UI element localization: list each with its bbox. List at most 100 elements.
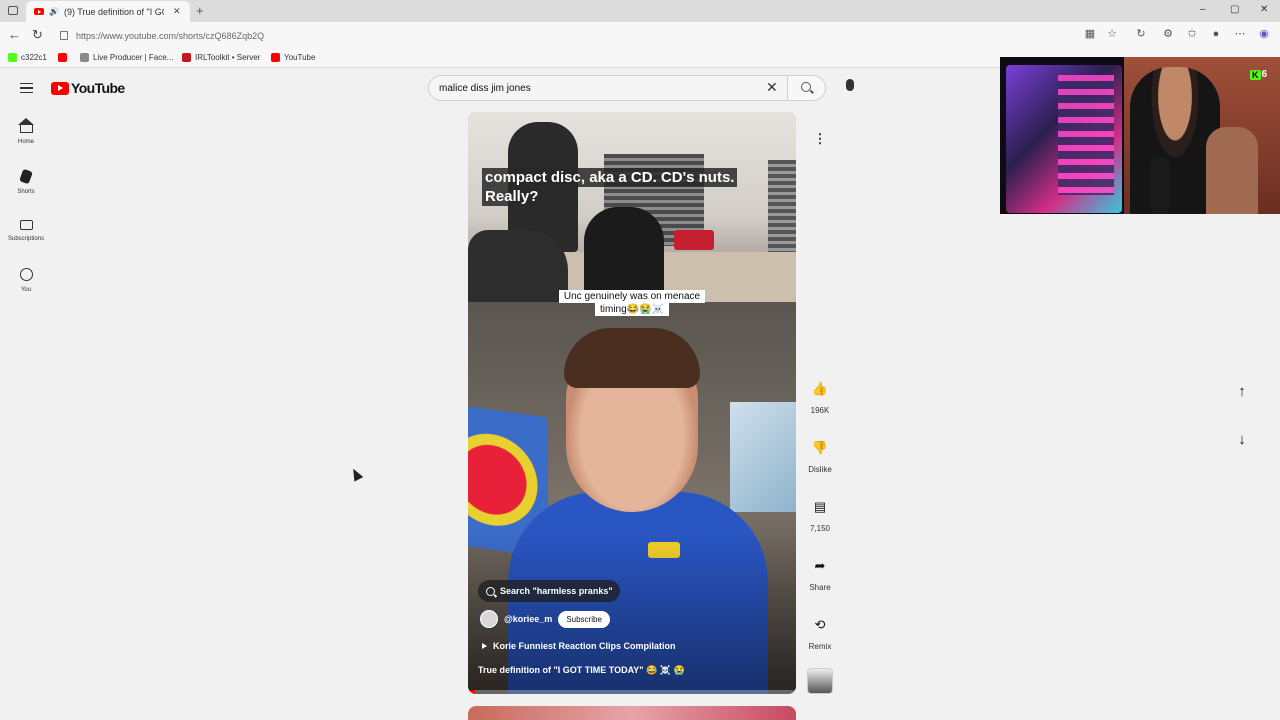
close-window-button[interactable]: ✕ xyxy=(1260,4,1268,15)
tab-actions-icon[interactable] xyxy=(8,6,18,15)
channel-row: @koriee_m Subscribe xyxy=(480,610,610,628)
thumbs-down-icon: 👎 xyxy=(811,440,829,455)
shorts-video-player[interactable]: compact disc, aka a CD. CD's nuts. Reall… xyxy=(468,112,796,694)
shorts-icon xyxy=(19,168,33,185)
search-icon xyxy=(486,586,495,596)
back-arrow-icon[interactable]: ← xyxy=(8,27,21,42)
app-available-icon[interactable]: ▦ xyxy=(1084,28,1096,40)
voice-search-mic-icon[interactable] xyxy=(846,79,854,91)
address-bar-row: ← ↻ https://www.youtube.com/shorts/czQ68… xyxy=(0,22,1280,49)
thumbs-up-icon: 👍 xyxy=(811,381,829,396)
kick-viewer-count: 6 xyxy=(1261,69,1268,80)
streamer-arm xyxy=(1206,127,1258,214)
tv-display-right xyxy=(730,402,796,512)
copilot-icon[interactable]: ◉ xyxy=(1258,28,1270,40)
window-blinds-right xyxy=(768,160,796,260)
tab-close-icon[interactable]: ✕ xyxy=(173,6,181,17)
bookmark-youtube-icon-only[interactable] xyxy=(58,53,67,62)
bookmark-label: IRLToolkit • Server xyxy=(195,53,261,62)
remix-label: Remix xyxy=(808,642,832,651)
clear-search-icon[interactable]: ✕ xyxy=(766,79,778,96)
comments-button[interactable]: ▤ 7,150 xyxy=(800,496,840,533)
sidebar-item-you[interactable]: You xyxy=(0,268,52,293)
favorites-icon[interactable]: ✩ xyxy=(1186,28,1198,40)
speaker-icon[interactable]: 🔊 xyxy=(49,7,59,16)
favorite-star-icon[interactable]: ☆ xyxy=(1106,28,1118,40)
like-button[interactable]: 👍 196K xyxy=(800,378,840,415)
you-icon xyxy=(19,268,33,281)
sidebar-item-home[interactable]: Home xyxy=(0,118,52,145)
mouse-cursor xyxy=(348,466,364,482)
remix-icon: ⟲ xyxy=(814,617,826,632)
sidebar-item-label: Subscriptions xyxy=(7,236,45,242)
search-icon xyxy=(801,82,811,92)
more-menu-icon[interactable]: ⋯ xyxy=(1234,28,1246,40)
microphone xyxy=(1150,157,1170,214)
bookmark-c322c1[interactable]: c322c1 xyxy=(8,53,47,62)
channel-avatar[interactable] xyxy=(480,610,498,628)
sidebar-item-shorts[interactable]: Shorts xyxy=(0,168,52,195)
new-tab-button[interactable]: + xyxy=(196,3,204,18)
remix-button[interactable]: ⟲ Remix xyxy=(800,614,840,651)
subscribe-button[interactable]: Subscribe xyxy=(558,610,610,628)
caption-mid-text: Unc genuinely was on menace timing😂😭☠️ xyxy=(558,290,706,316)
like-count: 196K xyxy=(810,406,830,415)
search-input[interactable]: malice diss jim jones xyxy=(428,75,788,101)
next-short-preview[interactable] xyxy=(468,706,796,720)
seated-person xyxy=(584,207,664,302)
refresh-icon[interactable]: ↻ xyxy=(32,27,43,43)
menu-icon[interactable] xyxy=(20,83,33,93)
bookmark-youtube[interactable]: YouTube xyxy=(271,53,315,62)
caption-mid: Unc genuinely was on menace timing😂😭☠️ xyxy=(550,290,714,316)
url-text: https://www.youtube.com/shorts/czQ686Zqb… xyxy=(76,30,265,41)
dislike-button[interactable]: 👎 Dislike xyxy=(800,437,840,474)
sidebar-item-label: Shorts xyxy=(17,189,35,195)
dislike-label: Dislike xyxy=(808,465,832,474)
search-chip-label: Search "harmless pranks" xyxy=(500,586,613,596)
browser-tab-bar: 🔊 (9) True definition of "I GOT ✕ + – ▢ … xyxy=(0,0,1280,22)
playlist-title: Korie Funniest Reaction Clips Compilatio… xyxy=(493,641,676,651)
search-suggestion-chip[interactable]: Search "harmless pranks" xyxy=(478,580,620,602)
url-field[interactable]: https://www.youtube.com/shorts/czQ686Zqb… xyxy=(54,25,1100,46)
browser-tab-active[interactable]: 🔊 (9) True definition of "I GOT ✕ xyxy=(26,1,190,22)
video-title[interactable]: True definition of "I GOT TIME TODAY" 😂 … xyxy=(478,665,685,676)
youtube-favicon-icon xyxy=(34,8,44,15)
youtube-logo-icon xyxy=(51,81,69,95)
irltoolkit-favicon-icon xyxy=(182,53,191,62)
streamer-webcam-overlay: K 6 xyxy=(1000,57,1280,214)
youtube-favicon-icon xyxy=(58,53,67,62)
next-short-arrow-icon[interactable]: ↓ xyxy=(1228,426,1256,454)
comment-count: 7,150 xyxy=(809,524,831,533)
search-button[interactable] xyxy=(788,75,826,101)
youtube-logo[interactable]: YouTube xyxy=(51,80,125,96)
minimize-button[interactable]: – xyxy=(1200,4,1206,15)
progress-bar[interactable] xyxy=(468,690,796,694)
extensions-icon[interactable]: ⚙ xyxy=(1162,28,1174,40)
video-frame-top xyxy=(468,112,796,302)
sidebar-item-label: Home xyxy=(17,139,34,145)
bookmark-irltoolkit[interactable]: IRLToolkit • Server xyxy=(182,53,260,62)
sound-thumbnail[interactable] xyxy=(807,668,833,694)
share-label: Share xyxy=(809,583,831,592)
subscriptions-icon xyxy=(19,220,33,230)
bookmark-live-producer[interactable]: Live Producer | Face... xyxy=(80,53,173,62)
more-options-icon[interactable]: ⋮ xyxy=(811,130,829,148)
channel-handle[interactable]: @koriee_m xyxy=(504,614,552,624)
kick-viewer-badge: K 6 xyxy=(1250,69,1267,80)
kick-logo-icon: K xyxy=(1250,69,1261,80)
page-favicon-icon xyxy=(80,53,89,62)
logo-text: YouTube xyxy=(71,80,125,96)
sidebar-item-subscriptions[interactable]: Subscriptions xyxy=(0,220,52,242)
previous-short-arrow-icon[interactable]: ↑ xyxy=(1228,378,1256,406)
extension-refresh-icon[interactable]: ↻ xyxy=(1135,28,1147,40)
playlist-play-icon xyxy=(482,643,487,649)
profile-avatar-icon[interactable]: ● xyxy=(1210,28,1222,40)
bookmark-label: Live Producer | Face... xyxy=(93,53,174,62)
playlist-link[interactable]: Korie Funniest Reaction Clips Compilatio… xyxy=(482,641,676,651)
comment-icon: ▤ xyxy=(813,499,827,514)
caption-top-text: compact disc, aka a CD. CD's nuts. Reall… xyxy=(482,168,738,206)
site-info-icon[interactable] xyxy=(60,31,68,40)
maximize-button[interactable]: ▢ xyxy=(1230,4,1239,15)
share-button[interactable]: ➦ Share xyxy=(800,555,840,592)
share-arrow-icon: ➦ xyxy=(814,558,826,573)
